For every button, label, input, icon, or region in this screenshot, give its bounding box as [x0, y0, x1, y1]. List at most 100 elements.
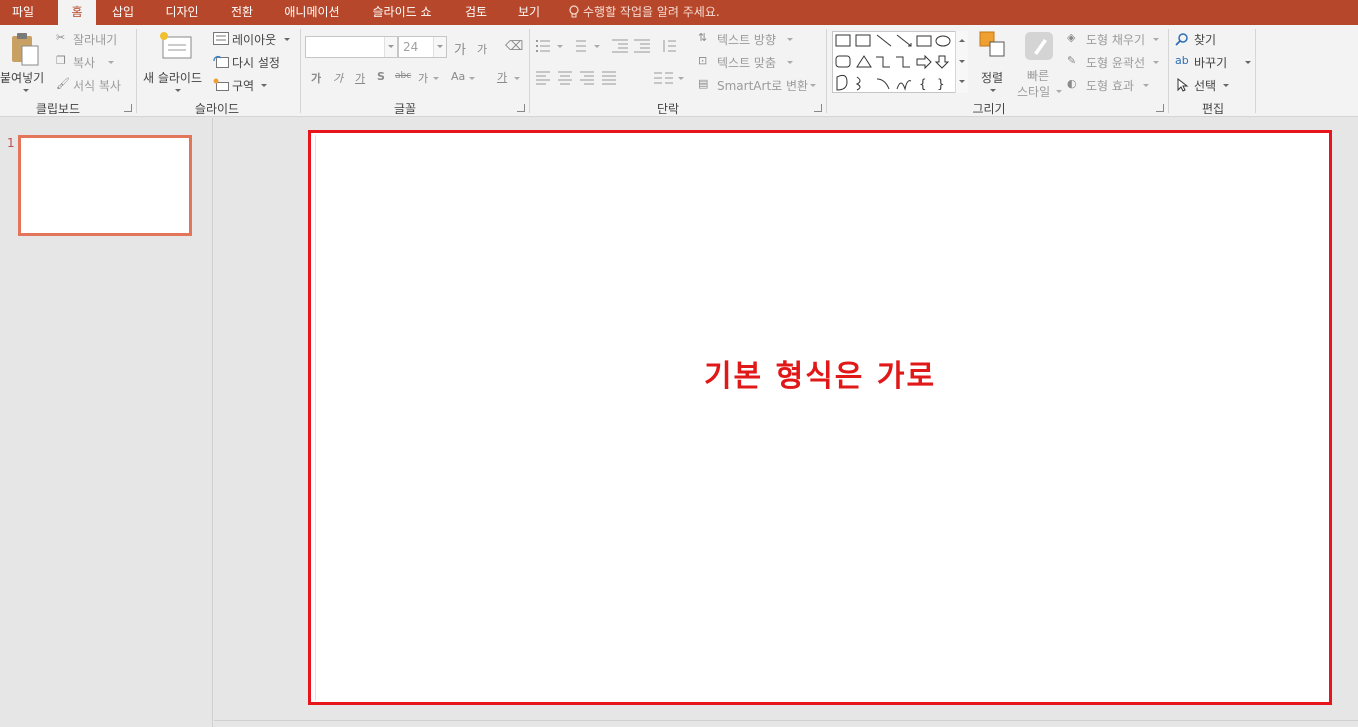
- slide-text[interactable]: 기본 형식은 가로: [311, 351, 1329, 395]
- clear-formatting-icon[interactable]: ⌫: [505, 39, 523, 54]
- clipboard-group: 붙여넣기 ✂ 잘라내기 ❐ 복사 🖌 서식 복사 클립보드: [0, 25, 136, 117]
- char-spacing-dropdown-icon[interactable]: [433, 77, 439, 80]
- slide-thumbnail[interactable]: [18, 135, 192, 236]
- bold-button[interactable]: 가: [311, 70, 321, 86]
- quick-styles-button[interactable]: 빠른 스타일: [1017, 29, 1063, 99]
- bottom-edge: [214, 720, 1358, 727]
- grow-font-button[interactable]: 가: [454, 39, 466, 58]
- italic-button[interactable]: 가: [333, 70, 343, 86]
- new-slide-dropdown-icon: [175, 89, 181, 92]
- copy-button[interactable]: ❐ 복사: [54, 54, 129, 72]
- change-case-button[interactable]: Aa: [451, 70, 465, 83]
- shape-outline-button[interactable]: ✎ 도형 윤곽선: [1067, 54, 1165, 72]
- gallery-down-icon[interactable]: [959, 60, 965, 63]
- align-text-button[interactable]: ⊡ 텍스트 맞춤: [698, 54, 798, 72]
- layout-label: 레이아웃: [232, 33, 277, 47]
- font-launcher-icon[interactable]: [517, 104, 525, 112]
- copy-label: 복사: [73, 56, 96, 70]
- text-direction-button[interactable]: ⇅ 텍스트 방향: [698, 31, 798, 49]
- shrink-font-button[interactable]: 가: [477, 41, 487, 57]
- slide-edge-line: [313, 135, 316, 701]
- shapes-gallery[interactable]: {}: [832, 31, 968, 93]
- indent-buttons-icon[interactable]: [612, 39, 682, 53]
- replace-button[interactable]: ab 바꾸기: [1175, 54, 1253, 72]
- tell-me-box[interactable]: 수행할 작업을 알려 주세요.: [568, 0, 720, 25]
- select-button[interactable]: 선택: [1175, 77, 1253, 95]
- slides-group: 새 슬라이드 레이아웃 다시 설정 구역 슬라이드: [137, 25, 300, 117]
- reset-button[interactable]: 다시 설정: [213, 54, 293, 72]
- tab-insert[interactable]: 삽입: [103, 0, 143, 25]
- font-size-dropdown-icon[interactable]: [433, 37, 446, 57]
- clipboard-launcher-icon[interactable]: [124, 104, 132, 112]
- slide-thumbnail-pane: 1: [0, 118, 213, 727]
- text-direction-dropdown-icon: [787, 38, 793, 41]
- new-slide-button[interactable]: 새 슬라이드: [141, 29, 211, 95]
- smartart-label: SmartArt로 변환: [717, 79, 809, 93]
- strikethrough-button[interactable]: abc: [395, 71, 411, 81]
- paragraph-launcher-icon[interactable]: [814, 104, 822, 112]
- gallery-more-icon[interactable]: [959, 80, 965, 83]
- drawing-launcher-icon[interactable]: [1156, 104, 1164, 112]
- tab-design[interactable]: 디자인: [157, 0, 207, 25]
- smartart-dropdown-icon: [810, 84, 816, 87]
- section-icon: [213, 78, 229, 91]
- shape-effects-label: 도형 효과: [1086, 79, 1134, 93]
- change-case-dropdown-icon[interactable]: [469, 77, 475, 80]
- paragraph-group-label: 단락: [656, 102, 680, 116]
- shape-fill-dropdown-icon: [1153, 38, 1159, 41]
- pencil-icon: ✎: [1067, 54, 1077, 67]
- shapes-gallery-scroll[interactable]: [955, 31, 968, 93]
- tab-view[interactable]: 보기: [509, 0, 549, 25]
- arrange-dropdown-icon: [990, 89, 996, 92]
- section-button[interactable]: 구역: [213, 77, 293, 95]
- smartart-button[interactable]: ▤ SmartArt로 변환: [698, 77, 822, 95]
- font-color-dropdown-icon[interactable]: [514, 77, 520, 80]
- format-painter-button[interactable]: 🖌 서식 복사: [54, 77, 129, 95]
- divider: [1255, 29, 1256, 113]
- svg-text:{: {: [919, 77, 927, 91]
- quick-styles-dropdown-icon: [1056, 90, 1062, 93]
- tab-animations[interactable]: 애니메이션: [277, 0, 347, 25]
- tab-review[interactable]: 검토: [456, 0, 496, 25]
- alignment-buttons-icon[interactable]: [536, 71, 636, 85]
- arrange-button[interactable]: 정렬: [972, 29, 1014, 95]
- layout-button[interactable]: 레이아웃: [213, 31, 293, 49]
- gallery-up-icon[interactable]: [959, 39, 965, 42]
- drawing-group-label: 그리기: [972, 102, 1006, 116]
- font-name-combo[interactable]: [305, 36, 398, 58]
- tab-transitions[interactable]: 전환: [222, 0, 262, 25]
- scissors-icon: ✂: [56, 31, 66, 44]
- tab-slideshow[interactable]: 슬라이드 쇼: [362, 0, 442, 25]
- tab-file[interactable]: 파일: [0, 0, 46, 25]
- shapes-gallery-icons: {}: [835, 34, 951, 91]
- paste-button[interactable]: 붙여넣기: [0, 29, 50, 95]
- tab-home[interactable]: 홈: [58, 0, 96, 25]
- shape-outline-label: 도형 윤곽선: [1086, 56, 1146, 70]
- reset-icon: [213, 56, 229, 68]
- list-buttons-icon[interactable]: [536, 39, 616, 53]
- text-direction-label: 텍스트 방향: [717, 33, 777, 47]
- font-name-dropdown-icon[interactable]: [384, 37, 397, 57]
- shadow-button[interactable]: S: [377, 70, 385, 83]
- columns-icon[interactable]: [654, 71, 690, 85]
- font-size-combo[interactable]: 24: [398, 36, 447, 58]
- cut-button[interactable]: ✂ 잘라내기: [54, 31, 129, 49]
- replace-icon: ab: [1175, 54, 1189, 67]
- char-spacing-button[interactable]: 가: [418, 70, 428, 86]
- shape-fill-button[interactable]: ◈ 도형 채우기: [1067, 31, 1165, 49]
- align-text-dropdown-icon: [787, 61, 793, 64]
- editing-group-label: 편집: [1201, 102, 1225, 116]
- slide-canvas[interactable]: 기본 형식은 가로: [308, 130, 1332, 705]
- copy-icon: ❐: [56, 54, 66, 67]
- paste-dropdown-icon: [23, 89, 29, 92]
- underline-button[interactable]: 가: [355, 70, 365, 86]
- shape-effects-button[interactable]: ◐ 도형 효과: [1067, 77, 1165, 95]
- font-size-value: 24: [403, 40, 419, 54]
- font-color-button[interactable]: 가: [497, 69, 507, 85]
- copy-dropdown-icon: [108, 61, 114, 64]
- find-button[interactable]: 찾기: [1175, 31, 1253, 49]
- shape-fill-label: 도형 채우기: [1086, 33, 1146, 47]
- drawing-group: {} 정렬 빠른 스타일 ◈ 도형 채우기 ✎ 도형 윤곽선 ◐ 도형 효과 그…: [827, 25, 1168, 117]
- magnifier-icon: [1175, 33, 1188, 46]
- layout-dropdown-icon: [284, 38, 290, 41]
